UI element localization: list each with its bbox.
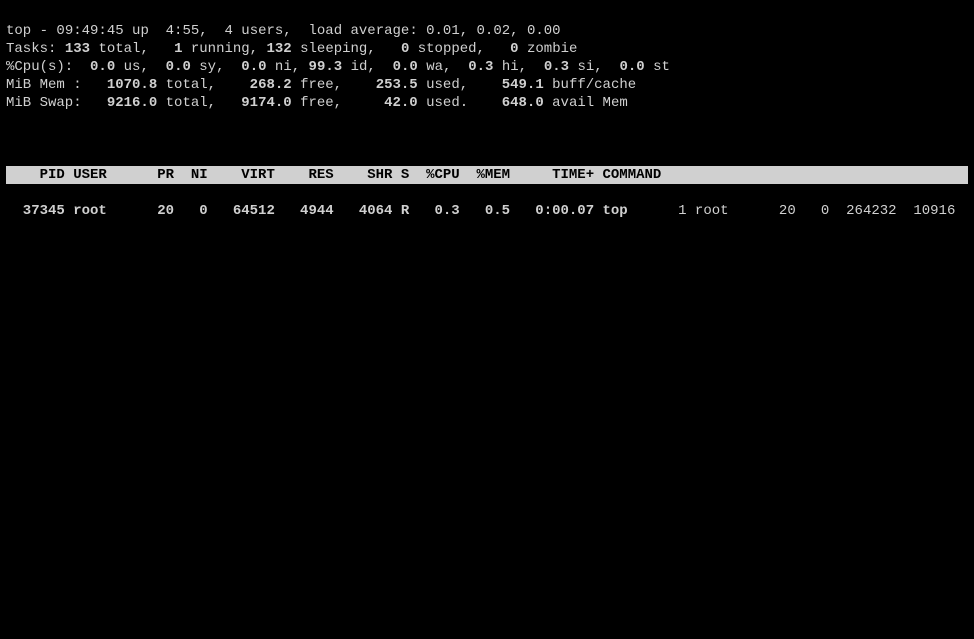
- summary-block: top - 09:49:45 up 4:55, 4 users, load av…: [6, 22, 968, 112]
- terminal[interactable]: top - 09:49:45 up 4:55, 4 users, load av…: [0, 0, 974, 242]
- process-list[interactable]: 37345 root 20 0 64512 4944 4064 R 0.3 0.…: [6, 202, 968, 220]
- cpu-line: %Cpu(s): 0.0 us, 0.0 sy, 0.0 ni, 99.3 id…: [6, 59, 670, 75]
- process-row: 37345 root 20 0 64512 4944 4064 R 0.3 0.…: [6, 202, 628, 220]
- process-row: 1 root 20 0 264232 10916 7052 S 0.0 1.0 …: [628, 202, 974, 220]
- top-time-line: top - 09:49:45 up 4:55, 4 users, load av…: [6, 23, 561, 39]
- blank-line: [6, 130, 968, 148]
- swap-line: MiB Swap: 9216.0 total, 9174.0 free, 42.…: [6, 95, 628, 111]
- column-headers: PID USER PR NI VIRT RES SHR S %CPU %MEM …: [6, 166, 968, 184]
- mem-line: MiB Mem : 1070.8 total, 268.2 free, 253.…: [6, 77, 636, 93]
- column-header-row[interactable]: PID USER PR NI VIRT RES SHR S %CPU %MEM …: [6, 166, 968, 184]
- tasks-line: Tasks: 133 total, 1 running, 132 sleepin…: [6, 41, 577, 57]
